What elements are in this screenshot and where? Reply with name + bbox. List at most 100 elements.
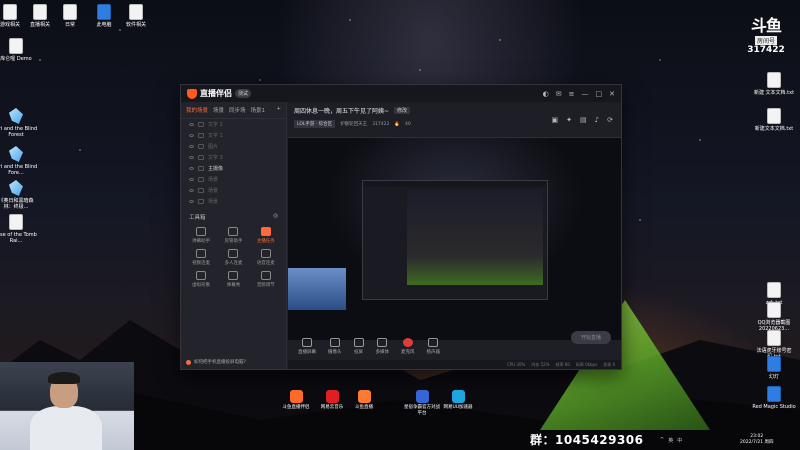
maximize-icon[interactable]: □ [596, 90, 603, 98]
microphone-icon [402, 338, 413, 347]
tool-button[interactable]: 弹幕助手 [185, 227, 217, 244]
scene-label: 文字 3 [208, 155, 223, 161]
app-icon [289, 390, 303, 403]
desktop-icon[interactable]: 软件相关 [114, 4, 158, 28]
room-header: 周四休息一晚，周五下午见了阿姨~ 修改 LOL手游 · 综合区 护额轮回天王 3… [288, 102, 621, 138]
toolbox-header: 工具箱 ◎ [181, 209, 286, 225]
visibility-eye-icon[interactable] [189, 178, 194, 181]
desktop-icon-label: Red Magic Studio [752, 404, 796, 410]
scene-item[interactable]: 场景 [181, 196, 286, 207]
taskbar-app[interactable]: 斗鱼直播伴侣 [276, 390, 316, 411]
desktop-icon[interactable]: 幻灯 [752, 356, 796, 380]
tray-item[interactable]: 英 [668, 437, 673, 444]
scene-tab[interactable]: 我的场景 [186, 106, 208, 114]
control-button[interactable]: 投屏 [353, 338, 364, 355]
scene-item[interactable]: 文字 3 [181, 152, 286, 163]
control-icon [428, 338, 439, 347]
taskbar-app[interactable]: 网易UU加速器 [438, 390, 478, 411]
skin-icon[interactable]: ◐ [543, 90, 549, 98]
visibility-eye-icon[interactable] [189, 189, 194, 192]
tool-button[interactable]: 房管助手 [217, 227, 249, 244]
menu-icon[interactable]: ≡ [569, 90, 575, 98]
visibility-eye-icon[interactable] [189, 145, 194, 148]
stream-preview[interactable] [288, 138, 621, 340]
control-button[interactable]: 直播屏幕 [298, 338, 316, 355]
visibility-eye-icon[interactable] [189, 156, 194, 159]
desktop-icon[interactable]: Red Magic Studio [752, 386, 796, 410]
control-label: 多媒体 [375, 350, 390, 355]
room-category[interactable]: LOL手游 · 综合区 [294, 120, 336, 128]
source-type-icon [198, 133, 204, 138]
tool-icon [260, 227, 271, 236]
game-icon [9, 214, 23, 230]
gift-icon[interactable]: ✦ [566, 116, 572, 124]
desktop-icon[interactable]: 新建文本文档.txt [752, 108, 796, 132]
tool-button[interactable]: 多人连麦 [217, 249, 249, 266]
desktop-icon[interactable]: Rise of the Tomb Rai... [0, 214, 38, 244]
control-label: 摄像头 [328, 350, 342, 355]
projection-tip[interactable]: 如何把手机直播投屏电脑? [186, 359, 246, 365]
minimize-icon[interactable]: — [582, 90, 589, 98]
scene-tab[interactable]: 场景1 [251, 106, 266, 114]
tool-button[interactable]: 语音连麦 [250, 249, 282, 266]
desktop-icon[interactable]: 《奥日和黑暗森林：终极... [0, 180, 38, 210]
scene-item[interactable]: 场景 [181, 174, 286, 185]
edit-title-button[interactable]: 修改 [394, 107, 411, 114]
control-button[interactable]: 扬声器 [427, 338, 440, 355]
tool-button[interactable]: 弹幕秀 [217, 271, 249, 288]
app-icon [767, 356, 781, 372]
tool-label: 语音连麦 [256, 261, 275, 266]
desktop-icon[interactable]: Ori and the Blind Fore... [0, 146, 38, 176]
tool-button[interactable]: 视频连麦 [185, 249, 217, 266]
control-button[interactable]: 多媒体 [375, 338, 390, 355]
window-titlebar[interactable]: 直播伴侣 测试 ◐ ✉ ≡ — □ ✕ [181, 85, 621, 102]
toolbox-settings-icon[interactable]: ◎ [273, 213, 278, 221]
image-file-icon [767, 302, 781, 318]
desktop-icon[interactable]: 新建 文本文档.txt [752, 72, 796, 96]
desktop-icon[interactable]: 库仑喔 Demo [0, 38, 38, 62]
message-icon[interactable]: ✉ [556, 90, 562, 98]
desktop-icon[interactable]: Ori and the Blind Forest [0, 108, 38, 138]
system-clock[interactable]: 23:02 2022/7/21 周四 [740, 434, 774, 446]
desktop-icon-label: Ori and the Blind Fore... [0, 164, 38, 176]
desktop-icon[interactable]: QQ浏览器截图20220623... [752, 302, 796, 332]
control-icon [302, 338, 312, 347]
scene-item[interactable]: 主摄像 [181, 163, 286, 174]
qq-group-overlay: 群：1045429306 [530, 433, 644, 447]
scene-label: 文字 2 [208, 122, 223, 128]
taskbar-app[interactable]: 星宿争霸官方对战平台 [402, 390, 442, 417]
folder-icon [63, 4, 77, 20]
visibility-eye-icon[interactable] [189, 134, 194, 137]
scene-item[interactable]: 文字 2 [181, 119, 286, 130]
scene-tab[interactable]: 场景 [213, 106, 224, 114]
visibility-eye-icon[interactable] [189, 123, 194, 126]
scene-label: 文字 1 [208, 133, 223, 139]
header-actions: ▣ ✦ ▤ ♪ ⟳ [552, 116, 613, 124]
preview-webcam [288, 268, 346, 310]
bell-icon[interactable]: ♪ [595, 116, 599, 124]
screenshot-icon[interactable]: ▣ [552, 116, 559, 124]
tray-item[interactable]: ^ [660, 437, 664, 444]
lock-icon[interactable]: ▤ [580, 116, 587, 124]
taskbar-app[interactable]: 斗鱼直播 [344, 390, 384, 411]
tool-button[interactable]: 主播任务 [250, 227, 282, 244]
live-assistant-window[interactable]: 直播伴侣 测试 ◐ ✉ ≡ — □ ✕ 我的场景 场景 同步场 场景1 + 文字 2 文字… [180, 84, 622, 370]
share-icon[interactable]: ⟳ [607, 116, 613, 124]
add-tab-icon[interactable]: + [276, 106, 281, 114]
visibility-eye-icon[interactable] [189, 167, 194, 170]
scene-item[interactable]: 场景 [181, 185, 286, 196]
start-live-button[interactable]: 开始直播 [570, 330, 611, 344]
scene-tab[interactable]: 同步场 [229, 106, 246, 114]
tool-button[interactable]: 虚拟形象 [185, 271, 217, 288]
scene-item[interactable]: 文字 1 [181, 130, 286, 141]
text-file-icon [767, 282, 781, 298]
close-icon[interactable]: ✕ [609, 90, 615, 98]
desktop-icon-label: 库仑喔 Demo [0, 56, 32, 62]
tool-button[interactable]: 音频调节 [250, 271, 282, 288]
visibility-eye-icon[interactable] [189, 200, 194, 203]
control-button[interactable]: 麦克风 [401, 338, 415, 355]
scene-item[interactable]: 图片 [181, 141, 286, 152]
control-button[interactable]: 摄像头 [328, 338, 342, 355]
tray-item[interactable]: 中 [677, 437, 682, 444]
tool-icon [228, 249, 239, 258]
